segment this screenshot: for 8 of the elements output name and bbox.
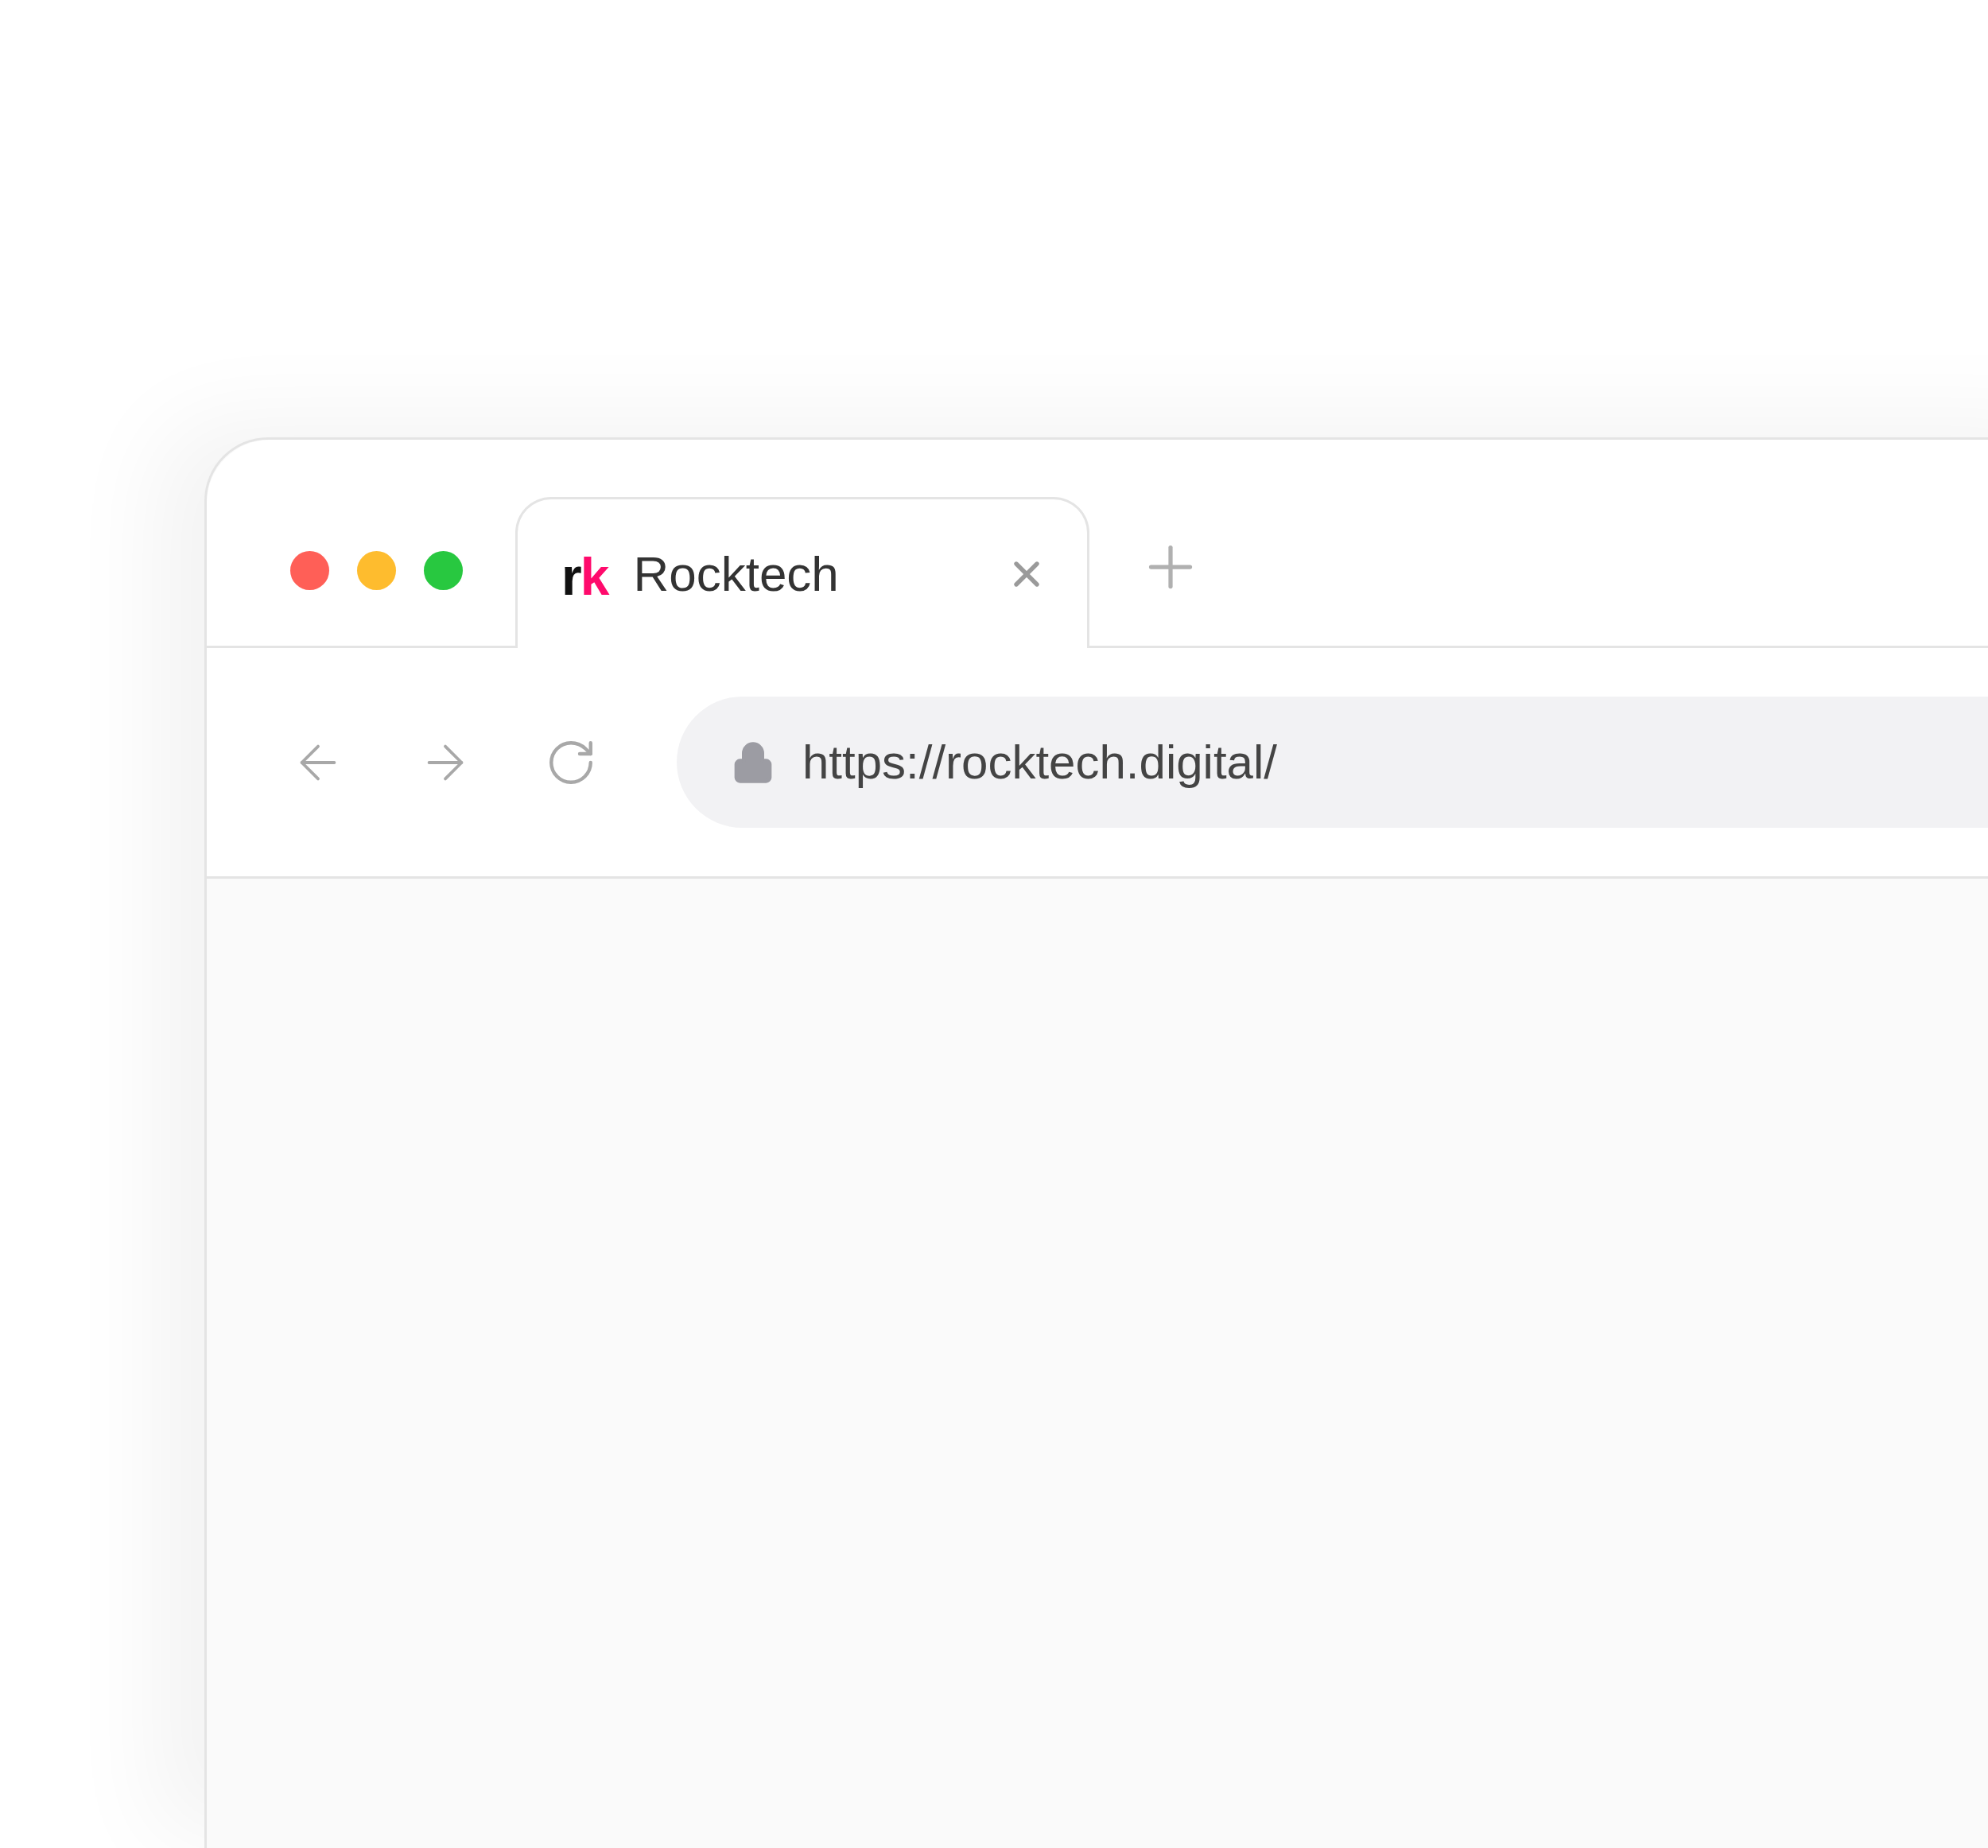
url-text: https://rocktech.digital/	[802, 734, 1277, 790]
address-bar[interactable]: https://rocktech.digital/	[677, 697, 1988, 828]
tab-title: Rocktech	[633, 549, 839, 599]
window-control-button[interactable]	[424, 551, 463, 590]
logo: rk	[561, 549, 608, 603]
window-control-button[interactable]	[290, 551, 329, 590]
window-control-button[interactable]	[357, 551, 396, 590]
browser-tab[interactable]: rk Rocktech	[515, 497, 1089, 648]
